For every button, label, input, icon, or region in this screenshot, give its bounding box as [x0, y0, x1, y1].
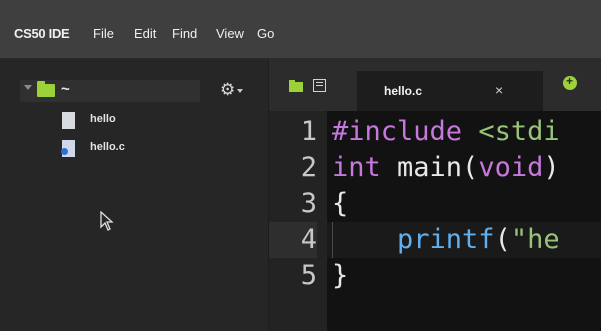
add-tab-icon[interactable] — [563, 74, 577, 90]
close-icon[interactable]: × — [495, 82, 503, 98]
code-token: printf — [397, 224, 495, 255]
code-line[interactable]: int main(void) — [327, 150, 601, 186]
workspace-root[interactable]: ~ — [20, 80, 200, 102]
code-token: ( — [494, 224, 511, 255]
code-token: main( — [380, 152, 479, 183]
chevron-down-icon — [237, 89, 243, 93]
mouse-pointer-icon — [100, 210, 114, 236]
file-item-hello[interactable]: hello — [62, 112, 202, 132]
folder-icon[interactable] — [289, 80, 303, 92]
console-icon[interactable] — [313, 79, 326, 92]
tab-label: hello.c — [384, 84, 423, 98]
c-file-icon — [61, 140, 75, 157]
root-label: ~ — [61, 81, 70, 98]
gear-icon: ⚙ — [220, 80, 236, 99]
tab-hello-c[interactable]: hello.c × — [357, 71, 543, 111]
code-token: <stdi — [478, 116, 560, 147]
menu-edit[interactable]: Edit — [134, 26, 156, 41]
file-name: hello.c — [90, 141, 125, 153]
menu-view[interactable]: View — [216, 26, 244, 41]
editor-tab-bar: hello.c × — [269, 59, 601, 111]
code-line[interactable]: #include <stdi — [327, 114, 601, 150]
file-tree-panel: ~ ⚙ hello hello.c — [0, 59, 268, 331]
line-number-gutter: 1 2 345 — [269, 111, 327, 331]
file-name: hello — [90, 113, 116, 125]
expand-arrow-icon[interactable] — [24, 85, 32, 90]
file-icon — [62, 112, 75, 129]
menu-go[interactable]: Go — [257, 26, 274, 41]
file-item-hello-c[interactable]: hello.c — [61, 140, 202, 160]
folder-icon — [37, 81, 55, 97]
settings-gear-button[interactable]: ⚙ — [218, 79, 244, 101]
code-token: #include — [332, 116, 463, 147]
code-token: { — [332, 188, 349, 219]
code-line[interactable]: { — [327, 186, 601, 222]
code-line[interactable]: } — [327, 258, 601, 294]
code-token: ) — [543, 152, 560, 183]
menu-file[interactable]: File — [93, 26, 114, 41]
line-number: 3 — [300, 188, 317, 219]
code-token: "he — [510, 224, 560, 255]
code-token: void — [478, 152, 544, 183]
line-number: 4 — [269, 222, 317, 258]
menu-bar: CS50 IDE File Edit Find View Go — [0, 0, 601, 59]
code-editor[interactable]: #include <stdi int main(void){ printf("he… — [327, 111, 601, 331]
ide-brand[interactable]: CS50 IDE — [14, 26, 70, 41]
line-number: 2 — [300, 152, 317, 183]
code-token: int — [332, 152, 381, 183]
menu-find[interactable]: Find — [172, 26, 197, 41]
code-token: } — [332, 260, 349, 291]
line-number: 1 — [300, 116, 317, 147]
code-line[interactable]: printf("he — [327, 222, 601, 258]
line-number: 5 — [300, 260, 317, 291]
